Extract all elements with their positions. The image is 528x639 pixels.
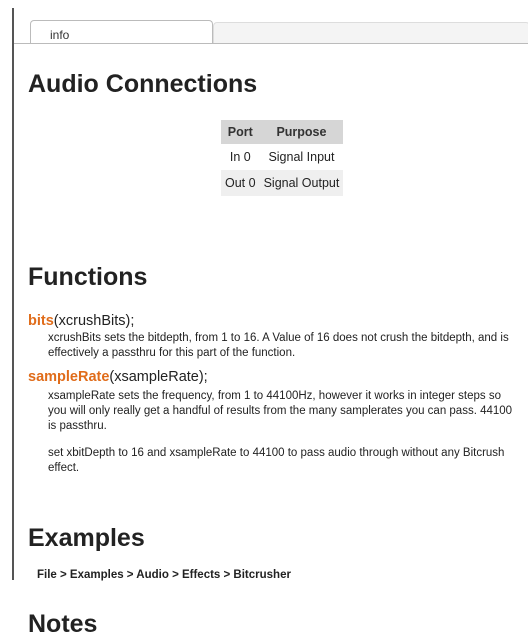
- tab-info[interactable]: info: [30, 20, 213, 43]
- heading-examples: Examples: [28, 524, 145, 552]
- function-args: (xsampleRate);: [109, 369, 208, 385]
- heading-notes: Notes: [28, 610, 98, 638]
- heading-audio-connections: Audio Connections: [28, 70, 258, 98]
- tab-bar: info: [14, 8, 528, 44]
- function-description: xcrushBits sets the bitdepth, from 1 to …: [48, 332, 509, 359]
- table-row: Out 0 Signal Output: [221, 170, 344, 196]
- header-purpose: Purpose: [259, 120, 344, 144]
- function-note: set xbitDepth to 16 and xsampleRate to 4…: [48, 447, 505, 474]
- table-header-row: Port Purpose: [221, 120, 344, 144]
- info-panel: info Audio Connections Port Purpose In 0…: [12, 8, 528, 638]
- cell-purpose: Signal Input: [268, 150, 335, 164]
- function-signature-bits: bits(xcrushBits);: [28, 313, 134, 329]
- tab-strip: [213, 22, 528, 43]
- ports-table: Port Purpose In 0 Signal Input Out 0 Sig…: [221, 120, 344, 196]
- cell-purpose: Signal Output: [259, 170, 344, 196]
- cell-port: In 0: [229, 150, 251, 164]
- function-name: bits: [28, 313, 54, 329]
- function-name: sampleRate: [28, 369, 110, 385]
- tab-info-label: info: [50, 28, 70, 42]
- function-description: xsampleRate sets the frequency, from 1 t…: [48, 390, 513, 432]
- function-args: (xcrushBits);: [53, 313, 135, 329]
- cell-port: Out 0: [221, 170, 260, 196]
- function-signature-samplerate: sampleRate(xsampleRate);: [28, 369, 208, 385]
- header-port: Port: [221, 120, 260, 144]
- table-row: In 0 Signal Input: [221, 144, 343, 170]
- example-path: File > Examples > Audio > Effects > Bitc…: [37, 569, 291, 581]
- heading-functions: Functions: [28, 263, 148, 291]
